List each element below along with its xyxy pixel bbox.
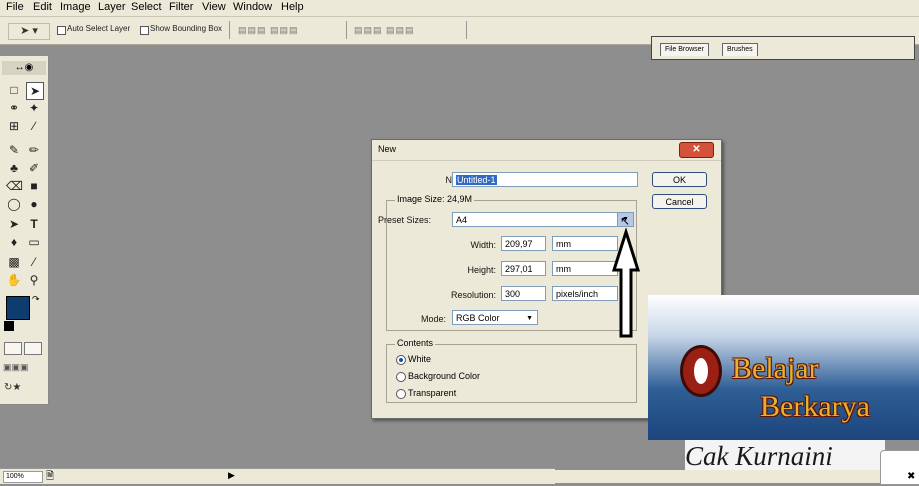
adobe-online-icon[interactable]: ↔◉ [2, 61, 46, 75]
chevron-down-icon: ▼ [526, 315, 533, 322]
show-bounding-box-label: Show Bounding Box [150, 24, 223, 33]
align-buttons-icon[interactable]: ▤▤▤ ▤▤▤ [238, 25, 299, 36]
menu-layer[interactable]: Layer [98, 1, 126, 13]
pen-tool-icon[interactable]: ♦ [6, 234, 22, 250]
resolution-input[interactable]: 300 [501, 286, 546, 301]
default-colors-icon[interactable] [4, 321, 14, 331]
mode-label: Mode: [420, 314, 446, 324]
move-tool-icon[interactable]: ➤ [26, 82, 44, 100]
name-input-value: Untitled-1 [456, 175, 497, 185]
contents-white-radio[interactable] [396, 355, 406, 365]
contents-background-color-radio[interactable] [396, 372, 406, 382]
palette-well: File Browser Brushes [651, 36, 915, 60]
separator [346, 21, 347, 39]
popup-corner: ✖ [880, 450, 919, 485]
tab-file-browser[interactable]: File Browser [660, 43, 709, 56]
close-button[interactable]: ✕ [679, 142, 714, 158]
width-input[interactable]: 209,97 [501, 236, 546, 251]
dodge-tool-icon[interactable]: ● [26, 196, 42, 212]
ok-button[interactable]: OK [652, 172, 707, 187]
mode-select[interactable]: RGB Color ▼ [452, 310, 538, 325]
close-icon[interactable]: ✖ [907, 471, 915, 482]
hand-tool-icon[interactable]: ✋ [6, 272, 22, 288]
type-tool-icon[interactable]: T [26, 216, 42, 232]
swap-colors-icon[interactable]: ↷ [32, 294, 40, 305]
width-unit-select[interactable]: mm [552, 236, 618, 251]
foreground-color-swatch[interactable] [6, 296, 30, 320]
move-tool-preset-picker[interactable]: ➤ ▾ [8, 23, 50, 40]
eraser-tool-icon[interactable]: ⌫ [6, 178, 23, 194]
image-size-label: Image Size: 24,9M [395, 194, 475, 204]
width-label: Width: [470, 240, 496, 250]
jump-to-imageready-icon[interactable]: ↻★ [4, 382, 44, 394]
resolution-unit-select[interactable]: pixels/inch [552, 286, 618, 301]
menu-filter[interactable]: Filter [169, 1, 193, 13]
watermark-signature: Cak Kurnaini [685, 440, 885, 472]
gradient-tool-icon[interactable]: ■ [26, 178, 42, 194]
contents-background-color-label: Background Color [408, 371, 481, 381]
toolbox: ↔◉ □ ➤ ⚭ ✦ ⊞ ∕ ✎ ✏ ♣ ✐ ⌫ ■ ◯ ● ➤ T ♦ ▭ ▩… [0, 56, 49, 405]
auto-select-layer-label: Auto Select Layer [67, 24, 131, 33]
clone-stamp-tool-icon[interactable]: ♣ [6, 160, 22, 176]
crop-tool-icon[interactable]: ⊞ [6, 118, 22, 134]
height-unit-select[interactable]: mm [552, 261, 618, 276]
screen-mode-icons[interactable]: ▣▣▣ [3, 362, 43, 373]
contents-label: Contents [395, 338, 436, 348]
status-bar: 100% 🗎 ▶ [0, 468, 555, 484]
history-brush-tool-icon[interactable]: ✐ [26, 160, 42, 176]
preset-sizes-select[interactable]: A4 ▼ [452, 212, 634, 227]
layers-palette-footer [555, 470, 919, 483]
menu-file[interactable]: File [6, 1, 24, 13]
mouse-cursor-icon: ↖ [620, 214, 631, 228]
mode-value: RGB Color [456, 313, 500, 323]
menu-view[interactable]: View [202, 1, 226, 13]
menu-window[interactable]: Window [233, 1, 272, 13]
separator [229, 21, 230, 39]
dialog-title: New [378, 144, 397, 154]
zoom-tool-icon[interactable]: ⚲ [26, 272, 42, 288]
document-info-icon[interactable]: 🗎 [46, 469, 54, 486]
notes-tool-icon[interactable]: ▩ [6, 254, 22, 270]
watermark-logo [680, 345, 722, 397]
resolution-label: Resolution: [450, 290, 496, 300]
show-bounding-box-checkbox[interactable] [140, 26, 149, 35]
menu-bar: File Edit Image Layer Select Filter View… [0, 0, 919, 17]
healing-brush-tool-icon[interactable]: ✎ [6, 142, 22, 158]
magic-wand-tool-icon[interactable]: ✦ [26, 100, 42, 116]
shape-tool-icon[interactable]: ▭ [26, 234, 42, 250]
watermark-line-2: Berkarya [760, 390, 870, 423]
eyedropper-tool-icon[interactable]: ⁄ [26, 254, 42, 270]
name-input[interactable]: Untitled-1 [452, 172, 638, 187]
blur-tool-icon[interactable]: ◯ [6, 196, 22, 212]
contents-white-label: White [408, 354, 432, 364]
height-label: Height: [467, 265, 496, 275]
menu-image[interactable]: Image [60, 1, 91, 13]
auto-select-layer-checkbox[interactable] [57, 26, 66, 35]
height-input[interactable]: 297,01 [501, 261, 546, 276]
lasso-tool-icon[interactable]: ⚭ [6, 100, 22, 116]
quick-mask-mode-icon[interactable] [24, 342, 42, 355]
annotation-arrow-icon [611, 228, 641, 338]
tab-brushes[interactable]: Brushes [722, 43, 758, 56]
watermark-line-1: Belajar [732, 352, 819, 385]
options-bar: ➤ ▾ Auto Select Layer Show Bounding Box … [0, 17, 919, 60]
marquee-tool-icon[interactable]: □ [6, 82, 22, 98]
menu-help[interactable]: Help [281, 1, 304, 13]
contents-transparent-radio[interactable] [396, 389, 406, 399]
contents-transparent-label: Transparent [408, 388, 457, 398]
separator [466, 21, 467, 39]
path-selection-tool-icon[interactable]: ➤ [6, 216, 22, 232]
standard-mode-icon[interactable] [4, 342, 22, 355]
distribute-buttons-icon[interactable]: ▤▤▤ ▤▤▤ [354, 25, 415, 36]
brush-tool-icon[interactable]: ✏ [26, 142, 42, 158]
preset-sizes-label: Preset Sizes: [378, 215, 432, 225]
status-menu-arrow-icon[interactable]: ▶ [228, 470, 235, 481]
menu-edit[interactable]: Edit [33, 1, 52, 13]
menu-select[interactable]: Select [131, 1, 162, 13]
cancel-button[interactable]: Cancel [652, 194, 707, 209]
dialog-titlebar: New ✕ [372, 140, 721, 161]
preset-sizes-value: A4 [456, 215, 468, 225]
zoom-field[interactable]: 100% [3, 471, 43, 483]
slice-tool-icon[interactable]: ∕ [26, 118, 42, 134]
